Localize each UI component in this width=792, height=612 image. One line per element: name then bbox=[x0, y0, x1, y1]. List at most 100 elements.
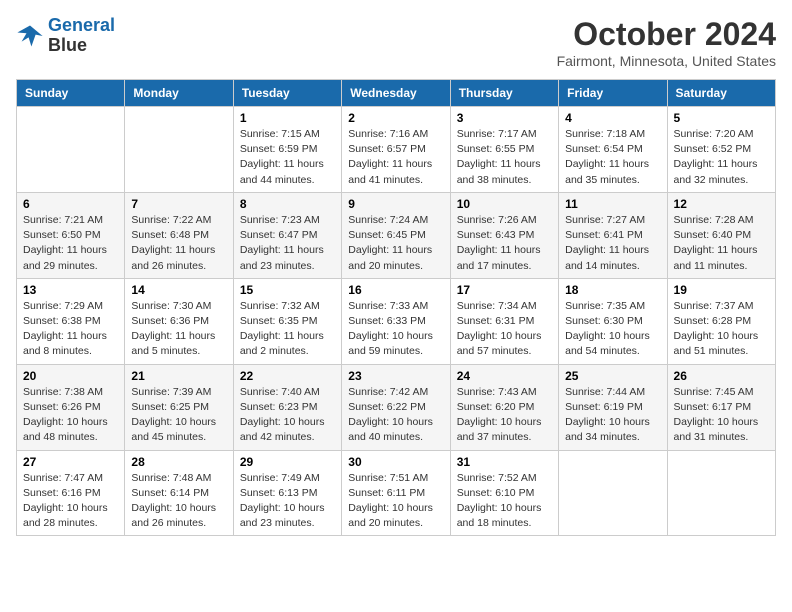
day-number: 10 bbox=[457, 197, 552, 211]
calendar-cell: 24 Sunrise: 7:43 AM Sunset: 6:20 PM Dayli… bbox=[450, 364, 558, 450]
calendar-cell: 7 Sunrise: 7:22 AM Sunset: 6:48 PM Daylig… bbox=[125, 192, 233, 278]
day-number: 29 bbox=[240, 455, 335, 469]
calendar-cell: 1 Sunrise: 7:15 AM Sunset: 6:59 PM Daylig… bbox=[233, 107, 341, 193]
title-block: October 2024 Fairmont, Minnesota, United… bbox=[557, 16, 776, 69]
day-detail: Sunrise: 7:26 AM Sunset: 6:43 PM Dayligh… bbox=[457, 213, 552, 274]
day-number: 1 bbox=[240, 111, 335, 125]
day-detail: Sunrise: 7:52 AM Sunset: 6:10 PM Dayligh… bbox=[457, 471, 552, 532]
calendar-cell: 15 Sunrise: 7:32 AM Sunset: 6:35 PM Dayli… bbox=[233, 278, 341, 364]
calendar-cell: 10 Sunrise: 7:26 AM Sunset: 6:43 PM Dayli… bbox=[450, 192, 558, 278]
day-detail: Sunrise: 7:30 AM Sunset: 6:36 PM Dayligh… bbox=[131, 299, 226, 360]
day-detail: Sunrise: 7:48 AM Sunset: 6:14 PM Dayligh… bbox=[131, 471, 226, 532]
calendar-week-row: 27 Sunrise: 7:47 AM Sunset: 6:16 PM Dayli… bbox=[17, 450, 776, 536]
day-number: 25 bbox=[565, 369, 660, 383]
day-detail: Sunrise: 7:38 AM Sunset: 6:26 PM Dayligh… bbox=[23, 385, 118, 446]
day-detail: Sunrise: 7:47 AM Sunset: 6:16 PM Dayligh… bbox=[23, 471, 118, 532]
day-detail: Sunrise: 7:22 AM Sunset: 6:48 PM Dayligh… bbox=[131, 213, 226, 274]
day-number: 5 bbox=[674, 111, 769, 125]
calendar-week-row: 1 Sunrise: 7:15 AM Sunset: 6:59 PM Daylig… bbox=[17, 107, 776, 193]
day-detail: Sunrise: 7:49 AM Sunset: 6:13 PM Dayligh… bbox=[240, 471, 335, 532]
day-detail: Sunrise: 7:32 AM Sunset: 6:35 PM Dayligh… bbox=[240, 299, 335, 360]
day-detail: Sunrise: 7:27 AM Sunset: 6:41 PM Dayligh… bbox=[565, 213, 660, 274]
calendar-cell: 5 Sunrise: 7:20 AM Sunset: 6:52 PM Daylig… bbox=[667, 107, 775, 193]
weekday-header-friday: Friday bbox=[559, 80, 667, 107]
day-detail: Sunrise: 7:37 AM Sunset: 6:28 PM Dayligh… bbox=[674, 299, 769, 360]
day-detail: Sunrise: 7:33 AM Sunset: 6:33 PM Dayligh… bbox=[348, 299, 443, 360]
day-number: 11 bbox=[565, 197, 660, 211]
calendar-cell bbox=[667, 450, 775, 536]
day-detail: Sunrise: 7:23 AM Sunset: 6:47 PM Dayligh… bbox=[240, 213, 335, 274]
day-number: 20 bbox=[23, 369, 118, 383]
day-detail: Sunrise: 7:20 AM Sunset: 6:52 PM Dayligh… bbox=[674, 127, 769, 188]
calendar-cell: 28Sunrise: 7:48 AM Sunset: 6:14 PM Dayli… bbox=[125, 450, 233, 536]
day-detail: Sunrise: 7:29 AM Sunset: 6:38 PM Dayligh… bbox=[23, 299, 118, 360]
day-number: 2 bbox=[348, 111, 443, 125]
day-number: 22 bbox=[240, 369, 335, 383]
day-detail: Sunrise: 7:28 AM Sunset: 6:40 PM Dayligh… bbox=[674, 213, 769, 274]
calendar-cell bbox=[125, 107, 233, 193]
day-number: 14 bbox=[131, 283, 226, 297]
calendar-cell: 12 Sunrise: 7:28 AM Sunset: 6:40 PM Dayli… bbox=[667, 192, 775, 278]
day-detail: Sunrise: 7:40 AM Sunset: 6:23 PM Dayligh… bbox=[240, 385, 335, 446]
calendar-cell: 20 Sunrise: 7:38 AM Sunset: 6:26 PM Dayli… bbox=[17, 364, 125, 450]
weekday-header-monday: Monday bbox=[125, 80, 233, 107]
day-number: 13 bbox=[23, 283, 118, 297]
calendar-cell: 27 Sunrise: 7:47 AM Sunset: 6:16 PM Dayli… bbox=[17, 450, 125, 536]
calendar-cell: 22 Sunrise: 7:40 AM Sunset: 6:23 PM Dayli… bbox=[233, 364, 341, 450]
calendar-cell: 4 Sunrise: 7:18 AM Sunset: 6:54 PM Daylig… bbox=[559, 107, 667, 193]
day-detail: Sunrise: 7:15 AM Sunset: 6:59 PM Dayligh… bbox=[240, 127, 335, 188]
day-number: 15 bbox=[240, 283, 335, 297]
logo-text: General Blue bbox=[48, 16, 115, 56]
day-detail: Sunrise: 7:18 AM Sunset: 6:54 PM Dayligh… bbox=[565, 127, 660, 188]
calendar-cell: 17 Sunrise: 7:34 AM Sunset: 6:31 PM Dayli… bbox=[450, 278, 558, 364]
day-detail: Sunrise: 7:24 AM Sunset: 6:45 PM Dayligh… bbox=[348, 213, 443, 274]
calendar-cell: 25Sunrise: 7:44 AM Sunset: 6:19 PM Dayli… bbox=[559, 364, 667, 450]
calendar-cell: 19 Sunrise: 7:37 AM Sunset: 6:28 PM Dayli… bbox=[667, 278, 775, 364]
calendar-cell: 26Sunrise: 7:45 AM Sunset: 6:17 PM Dayli… bbox=[667, 364, 775, 450]
day-detail: Sunrise: 7:43 AM Sunset: 6:20 PM Dayligh… bbox=[457, 385, 552, 446]
day-number: 24 bbox=[457, 369, 552, 383]
day-number: 17 bbox=[457, 283, 552, 297]
day-number: 6 bbox=[23, 197, 118, 211]
calendar-cell bbox=[559, 450, 667, 536]
calendar-week-row: 6 Sunrise: 7:21 AM Sunset: 6:50 PM Daylig… bbox=[17, 192, 776, 278]
weekday-header-saturday: Saturday bbox=[667, 80, 775, 107]
day-number: 12 bbox=[674, 197, 769, 211]
day-detail: Sunrise: 7:21 AM Sunset: 6:50 PM Dayligh… bbox=[23, 213, 118, 274]
calendar-header-row: SundayMondayTuesdayWednesdayThursdayFrid… bbox=[17, 80, 776, 107]
calendar-cell: 16Sunrise: 7:33 AM Sunset: 6:33 PM Dayli… bbox=[342, 278, 450, 364]
day-detail: Sunrise: 7:51 AM Sunset: 6:11 PM Dayligh… bbox=[348, 471, 443, 532]
day-number: 3 bbox=[457, 111, 552, 125]
calendar-week-row: 13 Sunrise: 7:29 AM Sunset: 6:38 PM Dayli… bbox=[17, 278, 776, 364]
calendar-cell: 14 Sunrise: 7:30 AM Sunset: 6:36 PM Dayli… bbox=[125, 278, 233, 364]
weekday-header-thursday: Thursday bbox=[450, 80, 558, 107]
day-number: 26 bbox=[674, 369, 769, 383]
day-number: 8 bbox=[240, 197, 335, 211]
logo-icon bbox=[16, 22, 44, 50]
month-title: October 2024 bbox=[557, 16, 776, 53]
day-number: 7 bbox=[131, 197, 226, 211]
calendar-week-row: 20 Sunrise: 7:38 AM Sunset: 6:26 PM Dayli… bbox=[17, 364, 776, 450]
weekday-header-sunday: Sunday bbox=[17, 80, 125, 107]
calendar-cell: 2 Sunrise: 7:16 AM Sunset: 6:57 PM Daylig… bbox=[342, 107, 450, 193]
day-number: 31 bbox=[457, 455, 552, 469]
calendar-cell bbox=[17, 107, 125, 193]
calendar-cell: 18Sunrise: 7:35 AM Sunset: 6:30 PM Dayli… bbox=[559, 278, 667, 364]
calendar-cell: 9Sunrise: 7:24 AM Sunset: 6:45 PM Daylig… bbox=[342, 192, 450, 278]
day-detail: Sunrise: 7:39 AM Sunset: 6:25 PM Dayligh… bbox=[131, 385, 226, 446]
day-number: 19 bbox=[674, 283, 769, 297]
day-number: 27 bbox=[23, 455, 118, 469]
calendar-cell: 29 Sunrise: 7:49 AM Sunset: 6:13 PM Dayli… bbox=[233, 450, 341, 536]
weekday-header-tuesday: Tuesday bbox=[233, 80, 341, 107]
day-detail: Sunrise: 7:16 AM Sunset: 6:57 PM Dayligh… bbox=[348, 127, 443, 188]
logo-line1: General bbox=[48, 15, 115, 35]
day-number: 30 bbox=[348, 455, 443, 469]
calendar-cell: 3Sunrise: 7:17 AM Sunset: 6:55 PM Daylig… bbox=[450, 107, 558, 193]
calendar-cell: 6 Sunrise: 7:21 AM Sunset: 6:50 PM Daylig… bbox=[17, 192, 125, 278]
day-detail: Sunrise: 7:34 AM Sunset: 6:31 PM Dayligh… bbox=[457, 299, 552, 360]
calendar-table: SundayMondayTuesdayWednesdayThursdayFrid… bbox=[16, 79, 776, 536]
day-number: 4 bbox=[565, 111, 660, 125]
logo-line2: Blue bbox=[48, 36, 115, 56]
location: Fairmont, Minnesota, United States bbox=[557, 53, 776, 69]
page-header: General Blue October 2024 Fairmont, Minn… bbox=[16, 16, 776, 69]
